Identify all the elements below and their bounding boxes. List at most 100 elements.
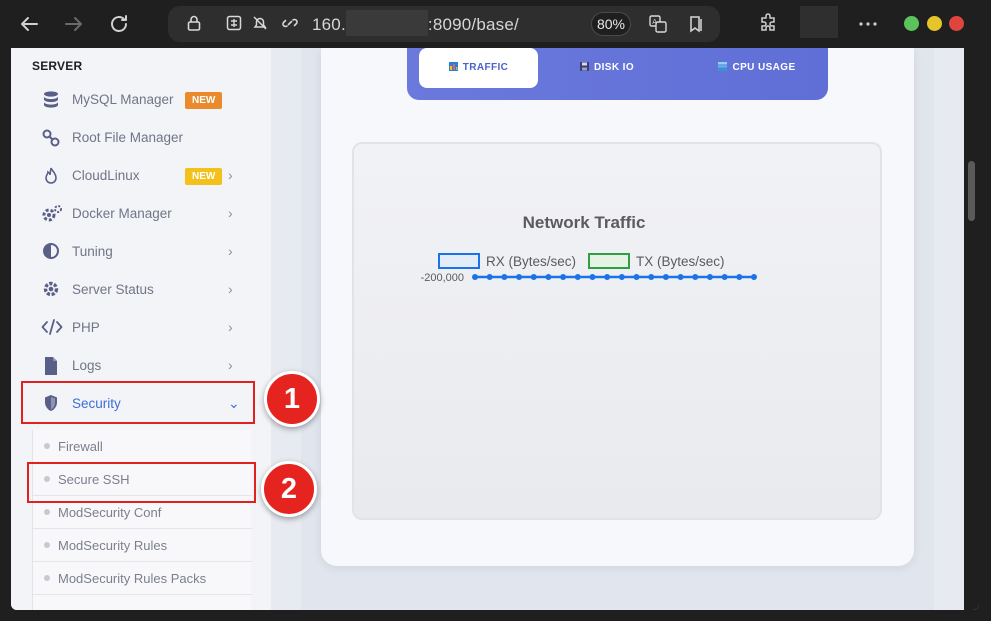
address-bar[interactable]: 160.:8090/base/ 80% A (168, 6, 720, 42)
server-stack-icon (718, 49, 728, 71)
sidebar-item-label: PHP (72, 320, 100, 335)
lock-icon[interactable] (184, 14, 204, 34)
url-text[interactable]: 160.:8090/base/ (312, 9, 519, 36)
main-content: TRAFFIC DISK IO CPU USAGE Network Traffi… (301, 48, 934, 610)
bullet-dot (44, 509, 50, 515)
bullet-dot (44, 443, 50, 449)
site-info-icon[interactable] (224, 14, 244, 34)
chart-title: Network Traffic (523, 213, 646, 232)
bullet-dot (44, 575, 50, 581)
chevron-right-icon: › (228, 167, 233, 183)
data-point-rx (560, 274, 567, 280)
notifications-off-icon[interactable] (250, 14, 270, 34)
back-arrow-icon[interactable] (17, 12, 41, 36)
bullet-dot (44, 542, 50, 548)
network-traffic-chart: Network Traffic RX (Bytes/sec) TX (Bytes/s… (352, 142, 882, 520)
translate-icon[interactable]: A (648, 14, 668, 34)
submenu-item-modsecurity-rules[interactable]: ModSecurity Rules (33, 529, 252, 562)
data-point-rx (751, 274, 757, 280)
sidebar-item-docker-manager[interactable]: Docker Manager › (35, 195, 251, 233)
data-point-rx (618, 274, 625, 280)
minimize-dot[interactable] (927, 16, 942, 31)
chevron-right-icon: › (228, 205, 233, 221)
chevron-right-icon: › (228, 319, 233, 335)
svg-text:A: A (652, 18, 657, 26)
gears-icon (41, 204, 62, 224)
tab-label: TRAFFIC (462, 62, 509, 73)
data-point-rx (662, 274, 669, 280)
redacted-ip-mask (345, 9, 428, 36)
data-point-rx (721, 274, 728, 280)
browser-toolbar: 160.:8090/base/ 80% A (0, 0, 991, 48)
data-point-rx (604, 274, 611, 280)
sidebar-item-cloudlinux[interactable]: CloudLinux NEW › (35, 157, 251, 195)
new-badge: NEW (185, 168, 223, 185)
highlight-box-secure-ssh (27, 462, 256, 503)
scrollbar-thumb[interactable] (968, 161, 975, 221)
data-point-rx (530, 274, 537, 280)
chart-svg: Network Traffic RX (Bytes/sec) TX (Bytes/s… (421, 213, 757, 284)
data-point-rx (677, 274, 684, 280)
tab-traffic[interactable]: TRAFFIC (419, 48, 538, 88)
tab-disk-io[interactable]: DISK IO (557, 48, 657, 88)
legend-swatch-tx (588, 253, 630, 269)
sidebar-item-label: Logs (72, 358, 102, 373)
sidebar-item-root-file-manager[interactable]: Root File Manager (35, 119, 251, 157)
data-point-rx (574, 274, 581, 280)
data-point-rx (648, 274, 655, 280)
chart-tab-bar: TRAFFIC DISK IO CPU USAGE (407, 48, 828, 100)
sidebar: SERVER MySQL Manager NEW Root File Manag… (11, 48, 271, 610)
page-viewport: SERVER MySQL Manager NEW Root File Manag… (11, 48, 979, 610)
step-number-badge: 1 (264, 371, 320, 427)
legend-label-tx: TX (Bytes/sec) (636, 254, 725, 269)
submenu-item-label: ModSecurity Rules (58, 538, 168, 553)
submenu-item-label: ModSecurity Rules Packs (58, 571, 207, 586)
sidebar-item-tuning[interactable]: Tuning › (35, 233, 251, 271)
gear-icon (41, 280, 61, 300)
data-point-rx (501, 274, 508, 280)
url-port-path: :8090/base/ (427, 15, 519, 34)
sidebar-item-label: Root File Manager (72, 130, 184, 145)
chevron-right-icon: › (228, 357, 233, 373)
sidebar-item-label: Docker Manager (72, 206, 172, 221)
sidebar-item-php[interactable]: PHP › (35, 309, 251, 347)
code-icon (41, 318, 63, 338)
reading-view-icon[interactable] (686, 14, 706, 34)
tab-cpu-usage[interactable]: CPU USAGE (697, 48, 817, 88)
link-icon[interactable] (280, 14, 300, 34)
chevron-right-icon: › (228, 281, 233, 297)
sidebar-item-server-status[interactable]: Server Status › (35, 271, 251, 309)
page-scrollbar[interactable] (964, 48, 979, 610)
legend-swatch-rx (438, 253, 480, 269)
data-point-rx (633, 274, 640, 280)
refresh-icon[interactable] (107, 12, 131, 36)
tab-label: DISK IO (593, 62, 635, 73)
data-point-rx (692, 274, 699, 280)
forward-arrow-icon[interactable] (62, 12, 86, 36)
maximize-dot[interactable] (904, 16, 919, 31)
submenu-item-modsecurity-rules-packs[interactable]: ModSecurity Rules Packs (33, 562, 252, 595)
sidebar-item-mysql-manager[interactable]: MySQL Manager NEW (35, 81, 251, 119)
close-dot[interactable] (949, 16, 964, 31)
submenu-item-firewall[interactable]: Firewall (33, 430, 252, 463)
zoom-level[interactable]: 80% (591, 12, 631, 36)
security-submenu: Firewall Secure SSH ModSecurity Conf Mod… (32, 430, 252, 610)
chevron-right-icon: › (228, 243, 233, 259)
sidebar-item-logs[interactable]: Logs › (35, 347, 251, 385)
sidebar-item-label: CloudLinux (72, 168, 140, 183)
data-point-rx (545, 274, 552, 280)
submenu-item-label: Firewall (58, 439, 103, 454)
highlight-box-security (21, 381, 255, 424)
floppy-disk-icon (579, 49, 589, 71)
sidebar-section-title: SERVER (32, 59, 83, 73)
new-badge: NEW (185, 92, 223, 109)
profile-button[interactable] (800, 6, 838, 38)
extensions-icon[interactable] (757, 12, 781, 36)
data-point-rx (472, 274, 478, 280)
more-menu-icon[interactable] (856, 12, 880, 36)
tab-label: CPU USAGE (732, 62, 796, 73)
step-number-badge: 2 (261, 461, 317, 517)
data-point-rx (486, 274, 493, 280)
data-point-rx (736, 274, 743, 280)
submenu-item-label: ModSecurity Conf (58, 505, 162, 520)
